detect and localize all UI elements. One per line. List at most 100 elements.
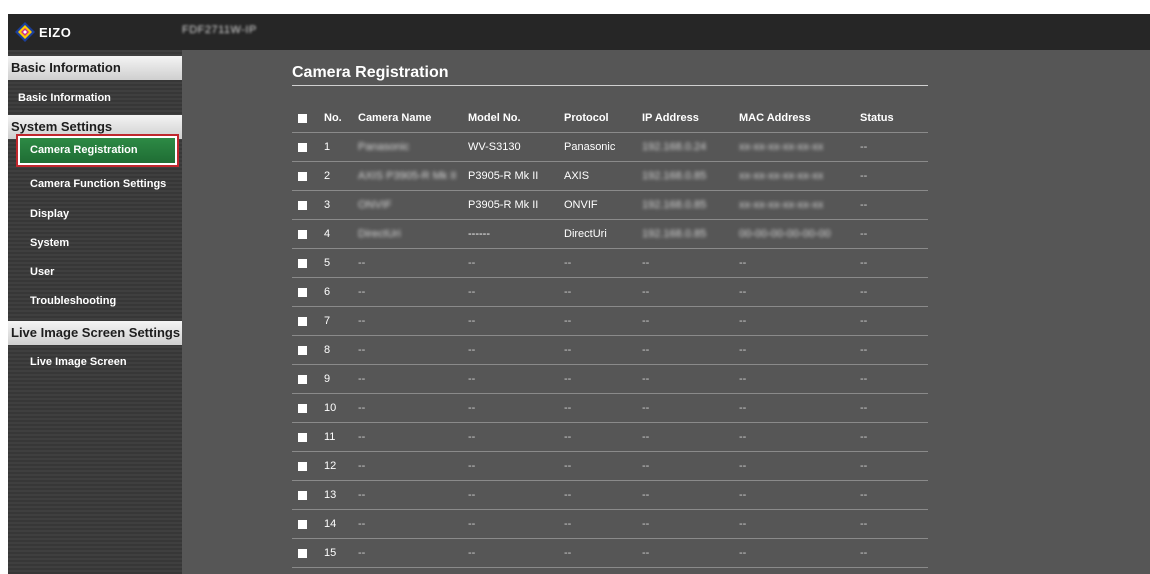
checkbox[interactable] [298, 229, 307, 239]
sidebar-item-camera-function-settings[interactable]: Camera Function Settings [8, 172, 182, 196]
cell-ip-address: -- [636, 538, 733, 568]
page-title: Camera Registration [292, 64, 449, 81]
cell-protocol: Panasonic [558, 132, 636, 162]
cell-ip-address-text: 192.168.0.85 [642, 199, 707, 211]
checkbox[interactable] [298, 345, 307, 355]
table-row[interactable]: 16------------ [292, 567, 928, 574]
cell-status-text: -- [860, 402, 868, 414]
select-all-checkbox[interactable] [292, 104, 318, 133]
cell-mac-address-text: -- [739, 402, 747, 414]
row-checkbox[interactable] [292, 306, 318, 336]
table-row[interactable]: 4 DirectUri ------ DirectUri 192.168.0.85 00-… [292, 219, 928, 249]
sidebar-item-live-image-screen[interactable]: Live Image Screen [8, 350, 182, 374]
checkbox[interactable] [298, 171, 307, 181]
row-checkbox[interactable] [292, 190, 318, 220]
sidebar-item-basic-information[interactable]: Basic Information [8, 86, 182, 110]
section-header-live-image-screen-settings[interactable]: Live Image Screen Settings [8, 321, 182, 345]
checkbox[interactable] [298, 548, 307, 558]
cell-camera-name-text: -- [358, 344, 366, 356]
row-checkbox[interactable] [292, 277, 318, 307]
cell-no: 7 [318, 306, 352, 336]
checkbox[interactable] [298, 432, 307, 442]
table-row[interactable]: 12 -- -- -- -- -- -- [292, 451, 928, 481]
cell-mac-address-text: -- [739, 257, 747, 269]
cell-camera-name-text: -- [358, 315, 366, 327]
cell-ip-address: -- [636, 509, 733, 539]
checkbox[interactable] [298, 200, 307, 210]
row-checkbox[interactable] [292, 451, 318, 481]
cell-mac-address: -- [733, 538, 854, 568]
cell-status: -- [854, 538, 928, 568]
checkbox[interactable] [298, 374, 307, 384]
cell-model-no: -- [462, 364, 558, 394]
cell-no: 5 [318, 248, 352, 278]
row-checkbox[interactable] [292, 132, 318, 162]
row-checkbox[interactable] [292, 393, 318, 423]
table-row[interactable]: 7 -- -- -- -- -- -- [292, 306, 928, 336]
row-checkbox[interactable] [292, 161, 318, 191]
cell-protocol: -- [558, 248, 636, 278]
table-row[interactable]: 9 -- -- -- -- -- -- [292, 364, 928, 394]
sidebar-item-camera-registration[interactable]: Camera Registration [16, 134, 179, 167]
checkbox[interactable] [298, 461, 307, 471]
table-row[interactable]: 2 AXIS P3905-R Mk II P3905-R Mk II AXIS 192.… [292, 161, 928, 191]
cell-status-text: -- [860, 315, 868, 327]
row-checkbox[interactable] [292, 480, 318, 510]
sidebar-item-system[interactable]: System [8, 231, 182, 255]
cell-model-no: -- [462, 422, 558, 452]
cell-model-no-text: -- [468, 373, 476, 385]
sidebar-item-display[interactable]: Display [8, 202, 182, 226]
cell-protocol: AXIS [558, 161, 636, 191]
table-row[interactable]: 5 -- -- -- -- -- -- [292, 248, 928, 278]
cell-camera-name-text: -- [358, 257, 366, 269]
checkbox[interactable] [298, 258, 307, 268]
row-checkbox[interactable] [292, 538, 318, 568]
table-row[interactable]: 11 -- -- -- -- -- -- [292, 422, 928, 452]
sidebar-item-troubleshooting[interactable]: Troubleshooting [8, 289, 182, 313]
row-checkbox[interactable] [292, 422, 318, 452]
cell-camera-name: -- [352, 538, 462, 568]
app-window: EIZO FDF2711W-IP Basic Information Basic… [8, 14, 1150, 574]
sidebar-item-user[interactable]: User [8, 260, 182, 284]
checkbox[interactable] [298, 519, 307, 529]
cell-no: 15 [318, 538, 352, 568]
checkbox[interactable] [298, 316, 307, 326]
table-row[interactable]: 6 -- -- -- -- -- -- [292, 277, 928, 307]
cell-ip-address: -- [636, 480, 733, 510]
table-row[interactable]: 10 -- -- -- -- -- -- [292, 393, 928, 423]
cell-no: 1 [318, 132, 352, 162]
row-checkbox[interactable] [292, 509, 318, 539]
checkbox[interactable] [298, 490, 307, 500]
row-checkbox[interactable] [292, 335, 318, 365]
table-row[interactable]: 15 -- -- -- -- -- -- [292, 538, 928, 568]
column-header-mac-address: MAC Address [733, 104, 854, 133]
table-row[interactable]: 13 -- -- -- -- -- -- [292, 480, 928, 510]
cell-mac-address-text: -- [739, 489, 747, 501]
table-row[interactable]: 14 -- -- -- -- -- -- [292, 509, 928, 539]
cell-ip-address-text: -- [642, 431, 650, 443]
cell-no-text: 10 [324, 402, 337, 414]
cell-ip-address: 192.168.0.85 [636, 190, 733, 220]
row-checkbox[interactable] [292, 248, 318, 278]
cell-status: -- [854, 480, 928, 510]
cell-camera-name-text: -- [358, 373, 366, 385]
checkbox[interactable] [298, 287, 307, 297]
table-row[interactable]: 1 Panasonic WV-S3130 Panasonic 192.168.0.24 x… [292, 132, 928, 162]
table-row[interactable]: 3 ONVIF P3905-R Mk II ONVIF 192.168.0.85 xx-x… [292, 190, 928, 220]
cell-model-no: -- [462, 393, 558, 423]
row-checkbox[interactable] [292, 219, 318, 249]
row-checkbox[interactable] [292, 567, 318, 574]
checkbox[interactable] [298, 403, 307, 413]
cell-model-no: P3905-R Mk II [462, 161, 558, 191]
row-checkbox[interactable] [292, 364, 318, 394]
section-header-basic-information[interactable]: Basic Information [8, 56, 182, 80]
cell-protocol: ONVIF [558, 190, 636, 220]
cell-model-no: -- [462, 538, 558, 568]
table-row[interactable]: 8 -- -- -- -- -- -- [292, 335, 928, 365]
checkbox[interactable] [298, 142, 307, 152]
cell-no-text: 3 [324, 199, 331, 211]
cell-protocol: -- [558, 306, 636, 336]
cell-mac-address: -- [733, 248, 854, 278]
cell-model-no-text: ------ [468, 228, 490, 240]
cell-mac-address: -- [733, 451, 854, 481]
